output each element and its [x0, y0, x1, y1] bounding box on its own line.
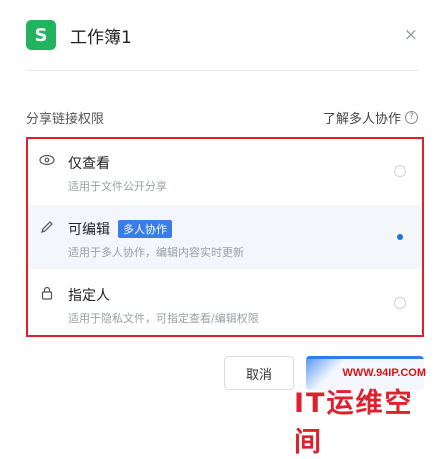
option-editable[interactable]: 可编辑 多人协作 适用于多人协作，编辑内容实时更新: [28, 205, 422, 269]
permission-options: 仅查看 适用于文件公开分享 可编辑 多人协作 适用于多人协作，编辑内容实时更新 …: [26, 137, 424, 337]
dialog-header: S 工作簿1 ×: [26, 20, 418, 50]
eye-icon: [38, 154, 56, 170]
watermark-url: WWW.94IP.COM: [342, 367, 426, 379]
option-title: 指定人: [68, 288, 110, 304]
help-icon: ?: [405, 111, 418, 124]
option-title: 仅查看: [68, 156, 110, 172]
radio-specified-people[interactable]: [394, 297, 406, 309]
divider: [26, 70, 418, 71]
option-desc: 适用于隐私文件，可指定查看/编辑权限: [68, 312, 259, 325]
cancel-button[interactable]: 取消: [224, 356, 294, 390]
dialog-title: 工作簿1: [70, 28, 132, 48]
section-label: 分享链接权限: [26, 112, 105, 127]
pencil-icon: [38, 220, 56, 236]
radio-editable[interactable]: [394, 231, 406, 243]
radio-view-only[interactable]: [394, 165, 406, 177]
option-desc: 适用于文件公开分享: [68, 180, 167, 193]
option-title: 可编辑: [68, 222, 110, 238]
watermark-name: IT运维空间: [294, 388, 414, 458]
option-view-only[interactable]: 仅查看 适用于文件公开分享: [28, 139, 422, 203]
option-desc: 适用于多人协作，编辑内容实时更新: [68, 246, 244, 259]
learn-more-link[interactable]: 了解多人协作 ?: [323, 108, 418, 127]
option-specified-people[interactable]: 指定人 适用于隐私文件，可指定查看/编辑权限: [28, 271, 422, 335]
collab-badge: 多人协作: [118, 220, 172, 238]
learn-more-label: 了解多人协作: [322, 112, 401, 127]
lock-icon: [38, 286, 56, 302]
close-icon[interactable]: ×: [404, 25, 418, 45]
spreadsheet-app-icon: S: [26, 20, 56, 50]
site-watermark: WWW.94IP.COM IT运维空间: [294, 359, 444, 458]
